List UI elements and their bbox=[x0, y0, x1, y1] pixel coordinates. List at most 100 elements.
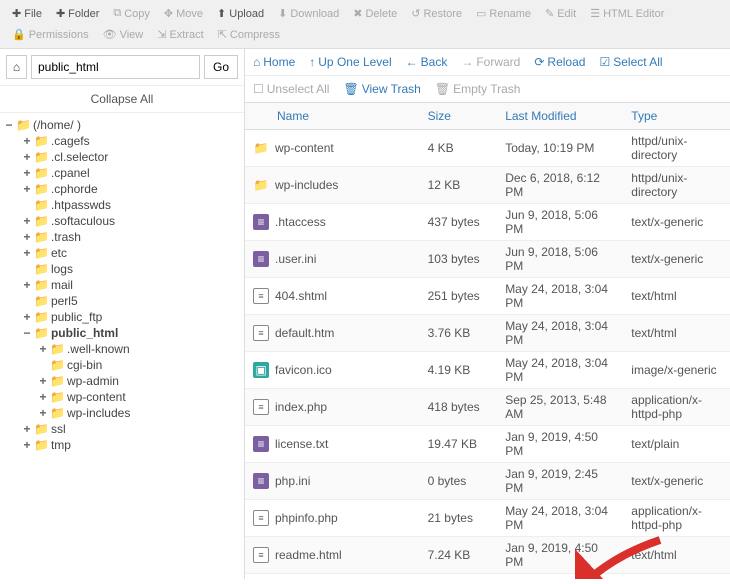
table-row[interactable]: ≡404.shtml251 bytesMay 24, 2018, 3:04 PM… bbox=[245, 278, 730, 315]
tree-node--htpasswds[interactable]: 📁.htpasswds bbox=[2, 197, 242, 213]
expand-toggle[interactable]: + bbox=[22, 422, 32, 436]
edit-button[interactable]: ✎Edit bbox=[539, 4, 582, 23]
table-row[interactable]: ≡.htaccess437 bytesJun 9, 2018, 5:06 PMt… bbox=[245, 204, 730, 241]
tree-label: wp-includes bbox=[67, 406, 130, 420]
file-size: 31 bytes bbox=[420, 574, 498, 580]
copy-button[interactable]: ⧉Copy bbox=[107, 4, 156, 23]
tree-node-mail[interactable]: +📁mail bbox=[2, 277, 242, 293]
up-level-link[interactable]: ↑Up One Level bbox=[309, 55, 391, 69]
tree-node-public_ftp[interactable]: +📁public_ftp bbox=[2, 309, 242, 325]
tree-node-tmp[interactable]: +📁tmp bbox=[2, 437, 242, 453]
file-name: wp-content bbox=[275, 141, 334, 155]
tree-root[interactable]: − 📁 (/home/ ) bbox=[2, 117, 242, 133]
file-icon: ≡ bbox=[253, 214, 269, 230]
expand-toggle[interactable]: + bbox=[38, 390, 48, 404]
expand-toggle[interactable]: + bbox=[22, 182, 32, 196]
download-button[interactable]: ⬇Download bbox=[272, 4, 345, 23]
folder-icon: 📁 bbox=[50, 374, 65, 388]
tree-node-perl5[interactable]: 📁perl5 bbox=[2, 293, 242, 309]
expand-toggle[interactable]: + bbox=[38, 374, 48, 388]
expand-toggle[interactable]: + bbox=[38, 406, 48, 420]
expand-toggle[interactable]: + bbox=[22, 134, 32, 148]
compress-button[interactable]: ⇱Compress bbox=[212, 25, 286, 44]
collapse-all-button[interactable]: Collapse All bbox=[0, 85, 244, 113]
select-all-link[interactable]: ☑Select All bbox=[599, 55, 662, 69]
empty-trash-link[interactable]: 🗑Empty Trash bbox=[435, 82, 521, 96]
delete-button[interactable]: ✖Delete bbox=[347, 4, 403, 23]
file-size: 418 bytes bbox=[420, 389, 498, 426]
restore-button[interactable]: ↺Restore bbox=[405, 4, 468, 23]
expand-toggle[interactable]: − bbox=[4, 118, 14, 132]
table-row[interactable]: ≡php.ini0 bytesJan 9, 2019, 2:45 PMtext/… bbox=[245, 463, 730, 500]
home-link[interactable]: ⌂Home bbox=[253, 55, 295, 69]
expand-toggle[interactable]: − bbox=[22, 326, 32, 340]
tree-node--well-known[interactable]: +📁.well-known bbox=[2, 341, 242, 357]
tree-node-wp-includes[interactable]: +📁wp-includes bbox=[2, 405, 242, 421]
table-row[interactable]: 📁wp-includes12 KBDec 6, 2018, 6:12 PMhtt… bbox=[245, 167, 730, 204]
table-row[interactable]: 📁wp-content4 KBToday, 10:19 PMhttpd/unix… bbox=[245, 130, 730, 167]
folder-icon: 📁 bbox=[34, 326, 49, 340]
folder-button[interactable]: ✚Folder bbox=[50, 4, 105, 23]
reload-link[interactable]: ⟳Reload bbox=[534, 55, 585, 69]
expand-toggle[interactable]: + bbox=[22, 214, 32, 228]
tree-node-cgi-bin[interactable]: 📁cgi-bin bbox=[2, 357, 242, 373]
download-icon: ⬇ bbox=[278, 7, 287, 20]
tree-node-wp-admin[interactable]: +📁wp-admin bbox=[2, 373, 242, 389]
col-modified[interactable]: Last Modified bbox=[497, 103, 623, 130]
tree-node-wp-content[interactable]: +📁wp-content bbox=[2, 389, 242, 405]
html-editor-button[interactable]: ☰HTML Editor bbox=[584, 4, 670, 23]
tree-node--softaculous[interactable]: +📁.softaculous bbox=[2, 213, 242, 229]
table-row[interactable]: ≡robots.txt31 bytesMay 24, 2018, 3:04 PM… bbox=[245, 574, 730, 580]
tree-node-logs[interactable]: 📁logs bbox=[2, 261, 242, 277]
file-type: text/html bbox=[623, 278, 730, 315]
upload-button[interactable]: ⬆Upload bbox=[211, 4, 270, 23]
tree-node-public_html[interactable]: −📁public_html bbox=[2, 325, 242, 341]
tree-label: public_html bbox=[51, 326, 118, 340]
view-trash-link[interactable]: 🗑View Trash bbox=[343, 82, 420, 96]
folder-icon: 📁 bbox=[50, 390, 65, 404]
expand-toggle[interactable]: + bbox=[22, 230, 32, 244]
file-button[interactable]: ✚File bbox=[6, 4, 48, 23]
table-row[interactable]: ▣favicon.ico4.19 KBMay 24, 2018, 3:04 PM… bbox=[245, 352, 730, 389]
extract-button[interactable]: ⇲Extract bbox=[151, 25, 209, 44]
expand-toggle[interactable]: + bbox=[22, 438, 32, 452]
path-input[interactable] bbox=[31, 55, 200, 79]
expand-toggle[interactable]: + bbox=[22, 166, 32, 180]
folder-icon: 📁 bbox=[34, 294, 49, 308]
expand-toggle[interactable]: + bbox=[22, 278, 32, 292]
table-row[interactable]: ≡index.php418 bytesSep 25, 2013, 5:48 AM… bbox=[245, 389, 730, 426]
table-row[interactable]: ≡readme.html7.24 KBJan 9, 2019, 4:50 PMt… bbox=[245, 537, 730, 574]
expand-toggle[interactable]: + bbox=[22, 246, 32, 260]
go-button[interactable]: Go bbox=[204, 55, 238, 79]
table-row[interactable]: ≡.user.ini103 bytesJun 9, 2018, 5:06 PMt… bbox=[245, 241, 730, 278]
tree-node-ssl[interactable]: +📁ssl bbox=[2, 421, 242, 437]
tree-node--cagefs[interactable]: +📁.cagefs bbox=[2, 133, 242, 149]
file-type: application/x-httpd-php bbox=[623, 500, 730, 537]
table-row[interactable]: ≡default.htm3.76 KBMay 24, 2018, 3:04 PM… bbox=[245, 315, 730, 352]
table-row[interactable]: ≡license.txt19.47 KBJan 9, 2019, 4:50 PM… bbox=[245, 426, 730, 463]
file-size: 0 bytes bbox=[420, 463, 498, 500]
unselect-all-link[interactable]: ☐Unselect All bbox=[253, 82, 329, 96]
tree-node--cphorde[interactable]: +📁.cphorde bbox=[2, 181, 242, 197]
move-button[interactable]: ✥Move bbox=[158, 4, 209, 23]
col-type[interactable]: Type bbox=[623, 103, 730, 130]
table-row[interactable]: ≡phpinfo.php21 bytesMay 24, 2018, 3:04 P… bbox=[245, 500, 730, 537]
expand-toggle[interactable]: + bbox=[38, 342, 48, 356]
col-size[interactable]: Size bbox=[420, 103, 498, 130]
col-name[interactable]: Name bbox=[245, 103, 420, 130]
expand-toggle[interactable]: + bbox=[22, 310, 32, 324]
home-icon-button[interactable]: ⌂ bbox=[6, 55, 27, 79]
file-size: 3.76 KB bbox=[420, 315, 498, 352]
folder-icon: 📁 bbox=[34, 134, 49, 148]
tree-node--trash[interactable]: +📁.trash bbox=[2, 229, 242, 245]
permissions-button[interactable]: 🔒Permissions bbox=[6, 25, 95, 44]
view-button[interactable]: 👁View bbox=[97, 25, 150, 44]
expand-toggle[interactable]: + bbox=[22, 150, 32, 164]
tree-node--cl-selector[interactable]: +📁.cl.selector bbox=[2, 149, 242, 165]
forward-link[interactable]: →Forward bbox=[461, 55, 520, 69]
reload-icon: ⟳ bbox=[534, 55, 544, 69]
tree-node--cpanel[interactable]: +📁.cpanel bbox=[2, 165, 242, 181]
tree-node-etc[interactable]: +📁etc bbox=[2, 245, 242, 261]
rename-button[interactable]: ▭Rename bbox=[470, 4, 537, 23]
back-link[interactable]: ←Back bbox=[406, 55, 448, 69]
